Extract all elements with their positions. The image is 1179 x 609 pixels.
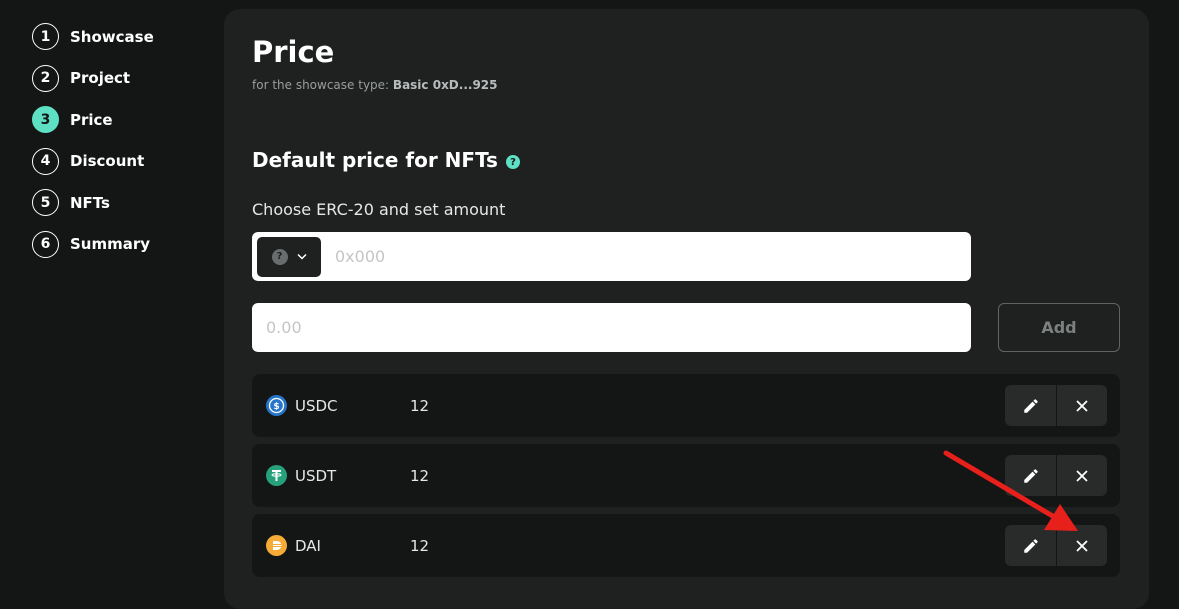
step-discount[interactable]: 4 Discount xyxy=(32,141,154,183)
page-subtitle: for the showcase type: Basic 0xD...925 xyxy=(252,78,498,92)
row-actions xyxy=(1005,455,1107,496)
usdc-icon: $ xyxy=(266,395,287,416)
pencil-icon xyxy=(1023,398,1038,413)
step-nfts[interactable]: 5 NFTs xyxy=(32,182,154,224)
step-summary[interactable]: 6 Summary xyxy=(32,224,154,266)
token-name: USDT xyxy=(295,466,337,485)
step-number: 2 xyxy=(32,64,59,92)
step-showcase[interactable]: 1 Showcase xyxy=(32,16,154,58)
section-title-text: Default price for NFTs xyxy=(252,148,498,172)
amount-input[interactable] xyxy=(266,318,946,337)
price-row-dai: DAI 12 xyxy=(252,514,1120,577)
unknown-token-icon: ? xyxy=(271,248,288,265)
edit-button[interactable] xyxy=(1005,525,1056,566)
stepper-nav: 1 Showcase 2 Project 3 Price 4 Discount … xyxy=(32,16,154,265)
edit-button[interactable] xyxy=(1005,455,1056,496)
row-actions xyxy=(1005,385,1107,426)
step-project[interactable]: 2 Project xyxy=(32,58,154,100)
step-number: 3 xyxy=(32,106,59,134)
remove-button[interactable] xyxy=(1056,455,1107,496)
dai-icon xyxy=(266,535,287,556)
remove-button[interactable] xyxy=(1056,385,1107,426)
choose-erc20-label: Choose ERC-20 and set amount xyxy=(252,200,506,219)
token-address-field: ? xyxy=(252,232,971,281)
step-label: Price xyxy=(70,110,113,129)
svg-text:$: $ xyxy=(273,402,279,412)
chevron-down-icon xyxy=(296,253,307,260)
pencil-icon xyxy=(1023,468,1038,483)
remove-button[interactable] xyxy=(1056,525,1107,566)
step-label: Summary xyxy=(70,235,151,254)
pencil-icon xyxy=(1023,538,1038,553)
token-address-input[interactable] xyxy=(335,247,935,266)
price-panel: Price for the showcase type: Basic 0xD..… xyxy=(224,9,1149,609)
step-label: Showcase xyxy=(70,27,154,46)
edit-button[interactable] xyxy=(1005,385,1056,426)
step-number: 4 xyxy=(32,147,59,175)
page-title: Price xyxy=(252,35,335,69)
step-number: 5 xyxy=(32,189,59,217)
token-name: USDC xyxy=(295,396,338,415)
step-number: 6 xyxy=(32,230,59,258)
close-icon xyxy=(1076,399,1088,412)
step-number: 1 xyxy=(32,23,59,51)
showcase-type-value: Basic 0xD...925 xyxy=(392,78,498,92)
price-row-usdt: USDT 12 xyxy=(252,444,1120,507)
token-amount: 12 xyxy=(410,536,430,555)
step-price[interactable]: 3 Price xyxy=(32,99,154,141)
amount-field xyxy=(252,303,971,352)
step-label: Project xyxy=(70,69,131,88)
step-label: Discount xyxy=(70,152,145,171)
section-title: Default price for NFTs ? xyxy=(252,148,520,172)
add-button[interactable]: Add xyxy=(998,303,1120,352)
token-name: DAI xyxy=(295,536,321,555)
token-amount: 12 xyxy=(410,466,430,485)
usdt-icon xyxy=(266,465,287,486)
close-icon xyxy=(1076,539,1088,552)
help-icon[interactable]: ? xyxy=(505,155,520,169)
close-icon xyxy=(1076,469,1088,482)
token-amount: 12 xyxy=(410,396,430,415)
token-select-dropdown[interactable]: ? xyxy=(257,236,321,277)
step-label: NFTs xyxy=(70,193,110,212)
subtitle-prefix: for the showcase type: xyxy=(252,78,390,92)
row-actions xyxy=(1005,525,1107,566)
price-row-usdc: $ USDC 12 xyxy=(252,374,1120,437)
